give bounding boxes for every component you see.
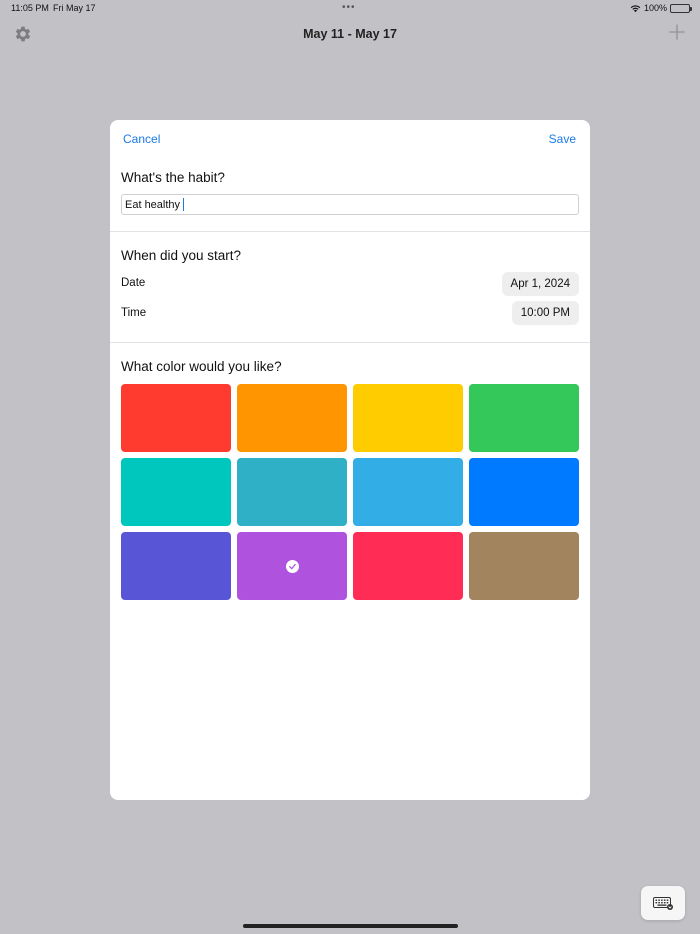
checkmark-icon [285,559,299,573]
status-bar: 11:05 PM Fri May 17 ••• 100% [0,0,700,18]
status-indicators: 100% [630,3,692,13]
date-label: Date [121,277,146,289]
keyboard-icon [653,896,673,910]
color-grid [121,384,580,600]
habit-question: What's the habit? [121,170,225,185]
nav-bar: May 11 - May 17 [0,20,700,48]
color-swatch[interactable] [353,532,463,600]
color-swatch[interactable] [469,532,579,600]
color-swatch[interactable] [121,532,231,600]
week-range-title: May 11 - May 17 [303,27,397,41]
multitasking-dots-icon[interactable]: ••• [342,2,356,13]
status-time: 11:05 PM [11,3,49,13]
start-question: When did you start? [121,248,242,263]
battery-icon [670,3,692,13]
color-swatch[interactable] [121,458,231,526]
status-date: Fri May 17 [53,3,96,13]
plus-icon[interactable] [668,23,686,41]
color-swatch[interactable] [353,384,463,452]
time-picker-button[interactable]: 10:00 PM [511,301,579,325]
habit-name-input[interactable]: Eat healthy [121,194,579,215]
keyboard-button[interactable] [641,886,685,920]
color-swatch[interactable] [469,384,579,452]
date-picker-button[interactable]: Apr 1, 2024 [501,272,579,296]
new-habit-sheet: Cancel Save What's the habit? Eat health… [110,120,590,800]
divider [110,231,590,232]
color-question: What color would you like? [121,359,282,374]
home-indicator [243,924,458,928]
color-swatch[interactable] [469,458,579,526]
text-caret [183,198,185,211]
color-swatch[interactable] [237,458,347,526]
divider [110,342,590,343]
battery-percent: 100% [643,3,667,13]
color-swatch[interactable] [121,384,231,452]
color-swatch[interactable] [237,384,347,452]
color-swatch[interactable] [237,532,347,600]
habit-name-value: Eat healthy [125,198,181,211]
cancel-button[interactable]: Cancel [123,132,160,146]
wifi-icon [630,4,641,12]
time-label: Time [121,307,147,319]
color-swatch[interactable] [353,458,463,526]
save-button[interactable]: Save [549,132,576,146]
